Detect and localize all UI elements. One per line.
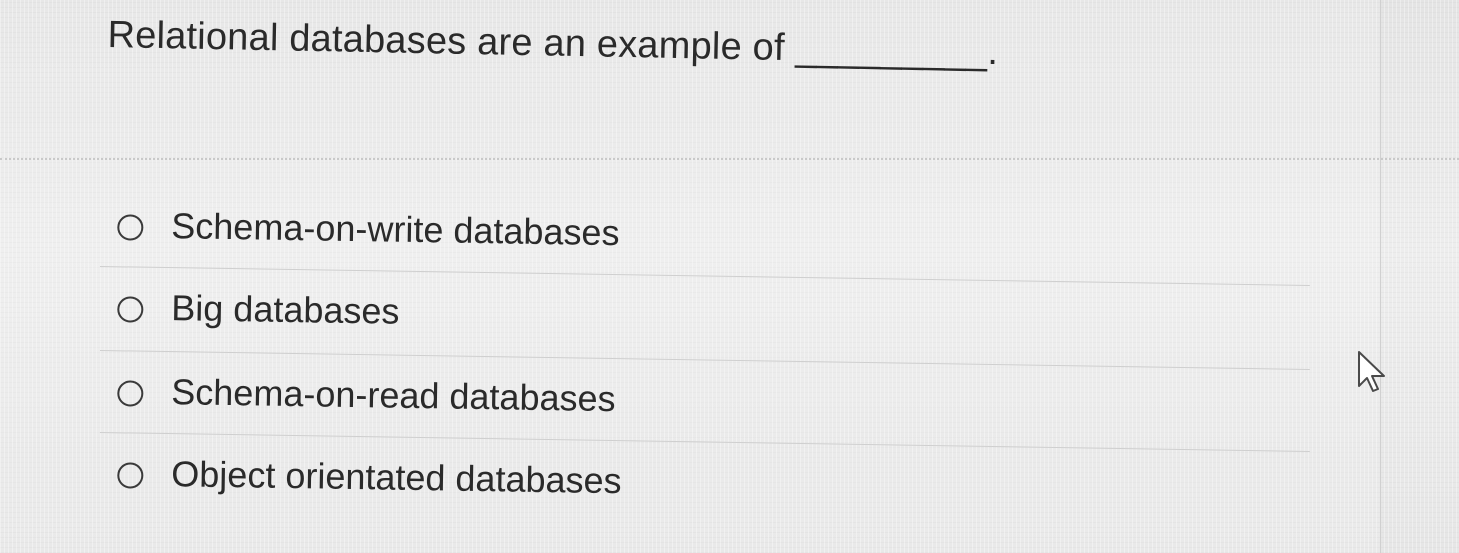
answer-label[interactable]: Object orientated databases [171, 453, 622, 502]
answer-label[interactable]: Big databases [171, 287, 400, 333]
radio-button[interactable] [117, 214, 144, 241]
answer-option-object-orientated[interactable]: Object orientated databases [99, 432, 1310, 535]
quiz-question-card: Relational databases are an example of _… [0, 0, 1459, 553]
radio-button[interactable] [117, 462, 144, 489]
answer-label[interactable]: Schema-on-write databases [171, 205, 620, 254]
answer-label[interactable]: Schema-on-read databases [171, 371, 616, 420]
question-divider [0, 158, 1459, 160]
question-text: Relational databases are an example of _… [107, 14, 999, 74]
radio-button[interactable] [117, 380, 144, 407]
radio-button[interactable] [117, 296, 144, 323]
mouse-pointer-icon [1358, 351, 1385, 392]
